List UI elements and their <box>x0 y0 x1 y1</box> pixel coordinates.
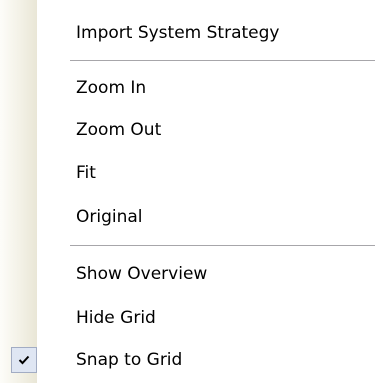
menu-item-label: Snap to Grid <box>76 350 183 370</box>
menu-separator <box>70 245 375 247</box>
menu-item-zoom-in[interactable]: Zoom In <box>0 68 375 108</box>
context-menu: Import System Strategy Zoom In Zoom Out … <box>0 0 375 383</box>
menu-item-label: Import System Strategy <box>76 23 280 43</box>
menu-item-snap-to-grid[interactable]: Snap to Grid <box>0 340 375 380</box>
menu-item-original[interactable]: Original <box>0 197 375 237</box>
menu-item-label: Hide Grid <box>76 308 156 328</box>
menu-item-hide-grid[interactable]: Hide Grid <box>0 298 375 338</box>
menu-item-import-system-strategy[interactable]: Import System Strategy <box>0 13 375 53</box>
menu-item-show-overview[interactable]: Show Overview <box>0 254 375 294</box>
menu-item-label: Show Overview <box>76 264 208 284</box>
checkmark-icon <box>11 347 37 373</box>
menu-item-label: Zoom Out <box>76 120 162 140</box>
menu-item-zoom-out[interactable]: Zoom Out <box>0 110 375 150</box>
menu-separator <box>70 60 375 62</box>
menu-item-label: Original <box>76 207 143 227</box>
menu-item-label: Fit <box>76 163 96 183</box>
menu-item-fit[interactable]: Fit <box>0 153 375 193</box>
menu-item-label: Zoom In <box>76 78 147 98</box>
